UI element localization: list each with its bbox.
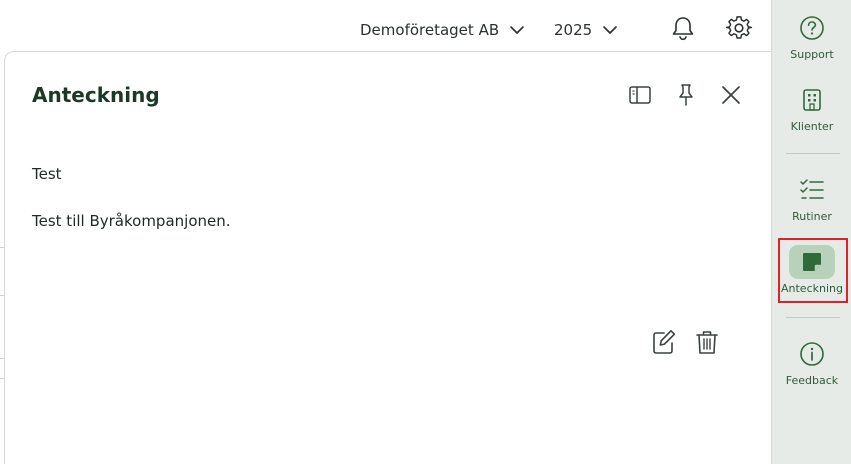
gear-icon[interactable] — [725, 14, 753, 42]
bell-icon[interactable] — [669, 14, 697, 42]
note-panel: Anteckning Test Test till Byråkompanjone… — [4, 51, 771, 464]
sidebar-divider — [786, 317, 840, 318]
highlight-box — [778, 238, 848, 303]
help-circle-icon — [798, 14, 826, 42]
panel-title: Anteckning — [32, 83, 160, 107]
trash-icon[interactable] — [694, 328, 720, 356]
sidebar-item-support[interactable]: Support — [772, 14, 851, 61]
sidebar-item-label: Rutiner — [792, 210, 832, 223]
company-selector[interactable]: Demoföretaget AB — [360, 18, 525, 42]
sidebar-item-label: Support — [790, 48, 834, 61]
chevron-down-icon — [603, 26, 617, 34]
year-selector[interactable]: 2025 — [554, 18, 618, 42]
info-circle-icon — [798, 340, 826, 368]
note-title: Test — [32, 165, 62, 183]
sidebar-item-label: Feedback — [785, 374, 839, 387]
top-bar: Demoföretaget AB 2025 — [0, 0, 771, 52]
sidebar-item-rutiner[interactable]: Rutiner — [772, 176, 851, 223]
sidebar-item-label: Klienter — [790, 120, 834, 133]
edit-icon[interactable] — [651, 328, 677, 356]
building-icon — [798, 86, 826, 114]
close-icon[interactable] — [718, 82, 744, 108]
note-body: Test till Byråkompanjonen. — [32, 212, 231, 230]
year-label: 2025 — [554, 21, 593, 39]
company-label: Demoföretaget AB — [360, 21, 500, 39]
pin-icon[interactable] — [673, 82, 699, 108]
sidebar-item-klienter[interactable]: Klienter — [772, 86, 851, 133]
right-sidebar: Support Klienter Rutiner Anteckning Feed… — [771, 0, 851, 464]
sidebar-toggle-icon[interactable] — [627, 82, 653, 108]
sidebar-item-feedback[interactable]: Feedback — [772, 340, 851, 387]
checklist-icon — [798, 176, 826, 204]
chevron-down-icon — [510, 26, 524, 34]
sidebar-divider — [786, 153, 840, 154]
